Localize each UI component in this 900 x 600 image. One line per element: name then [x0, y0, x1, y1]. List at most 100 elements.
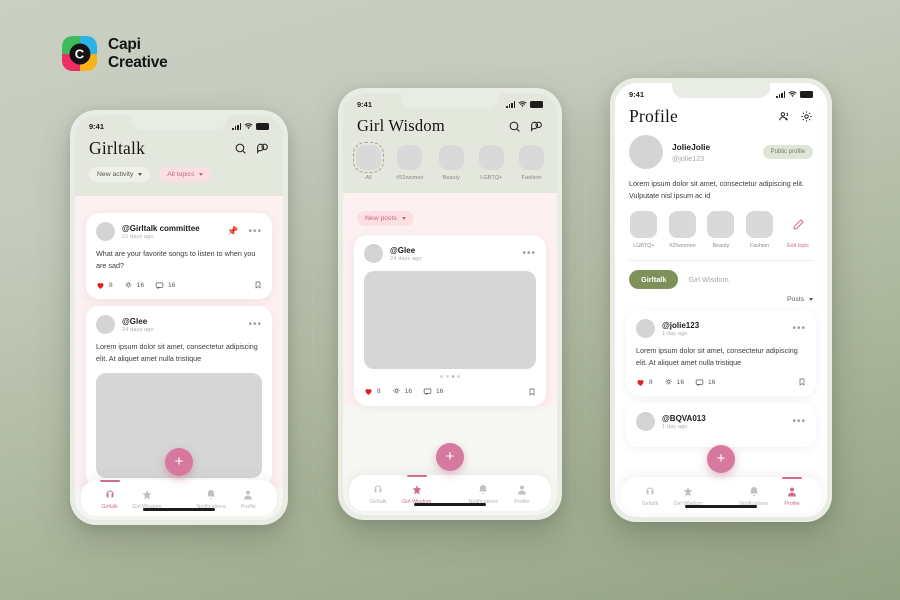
home-indicator — [685, 505, 757, 508]
idea-count: 16 — [136, 281, 145, 289]
post-card[interactable]: @Girltalk committee 21 days ago 📌 ••• Wh… — [86, 213, 272, 300]
bookmark-icon[interactable] — [528, 387, 536, 397]
filter-all-topics[interactable]: All topics — [159, 167, 212, 182]
phone-mockup-girl-wisdom: 9:41 Girl Wisdom All #52women Beauty LGB… — [338, 88, 562, 520]
create-post-button[interactable]: + — [436, 443, 464, 471]
nav-item-girl-wisdom[interactable]: Girl Wisdom — [669, 486, 707, 507]
topic-thumb — [746, 211, 774, 239]
category-label: Beauty — [442, 175, 460, 181]
post-more-icon[interactable]: ••• — [792, 324, 806, 334]
tab-girl-wisdom[interactable]: Girl Wisdom — [688, 275, 728, 284]
profile-bio: Lorem ipsum dolor sit amet, consectetur … — [629, 179, 804, 200]
category-52women[interactable]: #52women — [396, 145, 424, 181]
create-post-button[interactable]: + — [165, 448, 193, 476]
friends-icon[interactable] — [778, 110, 791, 123]
post-more-icon[interactable]: ••• — [792, 417, 806, 427]
nav-item-girl-wisdom[interactable]: Girl Wisdom — [128, 489, 165, 510]
topic-row: LGBTQ+ #25women Beauty Fashion Edit topi… — [629, 211, 813, 249]
post-card[interactable]: @Glee 24 days ago ••• 8 16 16 — [354, 235, 546, 406]
search-icon[interactable] — [234, 142, 247, 155]
create-post-button[interactable]: + — [707, 445, 735, 473]
person-icon — [516, 484, 528, 496]
chat-icon[interactable] — [256, 142, 269, 155]
sort-dropdown[interactable]: Posts — [787, 296, 813, 303]
tab-girltalk[interactable]: Girltalk — [629, 270, 679, 290]
topic-label: Beauty — [712, 243, 730, 250]
nav-item-notifications[interactable]: Notifications — [464, 484, 503, 505]
avatar — [96, 222, 115, 241]
post-more-icon[interactable]: ••• — [248, 320, 262, 330]
topic-lgbtq[interactable]: LGBTQ+ — [629, 211, 659, 249]
bookmark-icon[interactable] — [798, 377, 806, 387]
nav-item-notifications[interactable]: Notifications — [735, 486, 773, 507]
post-text: What are your favorite songs to listen t… — [96, 249, 256, 270]
comment-stat[interactable]: 16 — [695, 378, 715, 387]
post-more-icon[interactable]: ••• — [522, 249, 536, 259]
nav-item-profile[interactable]: Profile — [773, 486, 811, 507]
chevron-down-icon — [199, 173, 204, 176]
profile-section: JolieJolie @jolie123 Public profile Lore… — [615, 127, 827, 262]
category-row: All #52women Beauty LGBTQ+ Fashion — [343, 136, 557, 181]
topic-label: LGBTQ+ — [633, 243, 655, 250]
post-username: @BQVA013 — [662, 413, 706, 423]
idea-stat[interactable]: 16 — [392, 387, 412, 396]
filter-new-posts[interactable]: New posts — [357, 211, 414, 226]
category-fashion[interactable]: Fashion — [519, 145, 544, 181]
post-more-icon[interactable]: ••• — [248, 227, 262, 237]
search-icon[interactable] — [508, 120, 521, 133]
nav-item-profile[interactable]: Profile — [503, 484, 542, 505]
nav-item-notifications[interactable]: Notifications — [193, 489, 230, 510]
nav-item-girl-wisdom[interactable]: Girl Wisdom — [398, 484, 437, 505]
like-stat[interactable]: 8 — [636, 378, 653, 387]
like-stat[interactable]: 8 — [364, 387, 381, 396]
post-card[interactable]: @BQVA013 1 day ago ••• — [626, 403, 816, 448]
like-count: 8 — [109, 281, 113, 289]
category-all[interactable]: All — [353, 142, 384, 181]
bell-icon — [477, 484, 489, 496]
bookmark-icon[interactable] — [254, 280, 262, 290]
wifi-icon — [244, 122, 253, 131]
category-lgbtq[interactable]: LGBTQ+ — [478, 145, 504, 181]
topic-beauty[interactable]: Beauty — [706, 211, 736, 249]
idea-stat[interactable]: 16 — [664, 378, 684, 387]
screen-profile: 9:41 Profile JolieJolie @jolie123 Public… — [615, 83, 827, 517]
category-label: All — [365, 175, 372, 181]
comment-stat[interactable]: 16 — [155, 281, 175, 290]
post-image[interactable] — [364, 271, 536, 369]
nav-item-girltalk[interactable]: Girltalk — [631, 486, 669, 507]
gear-icon[interactable] — [800, 110, 813, 123]
idea-stat[interactable]: 16 — [124, 281, 144, 290]
nav-label: Girltalk — [369, 499, 387, 505]
category-thumb — [478, 145, 504, 170]
chat-icon[interactable] — [530, 120, 543, 133]
filter-new-activity[interactable]: New activity — [89, 167, 151, 182]
phone-mockup-profile: 9:41 Profile JolieJolie @jolie123 Public… — [610, 78, 832, 522]
post-timestamp: 21 days ago — [122, 233, 154, 240]
post-card[interactable]: @jolie123 1 day ago ••• Lorem ipsum dolo… — [626, 310, 816, 397]
girltalk-icon — [104, 489, 116, 501]
edit-topic-button[interactable]: Edit topic — [783, 211, 813, 249]
topic-fashion[interactable]: Fashion — [745, 211, 775, 249]
status-time: 9:41 — [357, 100, 373, 109]
person-icon — [786, 486, 798, 498]
nav-label: Profile — [784, 501, 800, 507]
nav-item-girltalk[interactable]: Girltalk — [91, 489, 128, 510]
topic-25women[interactable]: #25women — [668, 211, 698, 249]
like-stat[interactable]: 8 — [96, 281, 113, 290]
screen-girl-wisdom: 9:41 Girl Wisdom All #52women Beauty LGB… — [343, 93, 557, 515]
avatar[interactable] — [629, 135, 663, 169]
girltalk-icon — [644, 486, 656, 498]
comment-stat[interactable]: 16 — [423, 387, 443, 396]
app-header: Girl Wisdom — [343, 111, 557, 136]
nav-item-girltalk[interactable]: Girltalk — [359, 484, 398, 505]
status-time: 9:41 — [89, 122, 105, 131]
category-beauty[interactable]: Beauty — [438, 145, 464, 181]
carousel-dots[interactable] — [364, 375, 536, 378]
home-indicator — [414, 503, 486, 506]
nav-item-profile[interactable]: Profile — [230, 489, 267, 510]
pencil-icon — [785, 211, 812, 238]
post-stats: 8 16 16 — [636, 377, 806, 387]
post-username: @Glee — [122, 316, 148, 326]
bell-icon — [205, 489, 217, 501]
bell-icon — [748, 486, 760, 498]
